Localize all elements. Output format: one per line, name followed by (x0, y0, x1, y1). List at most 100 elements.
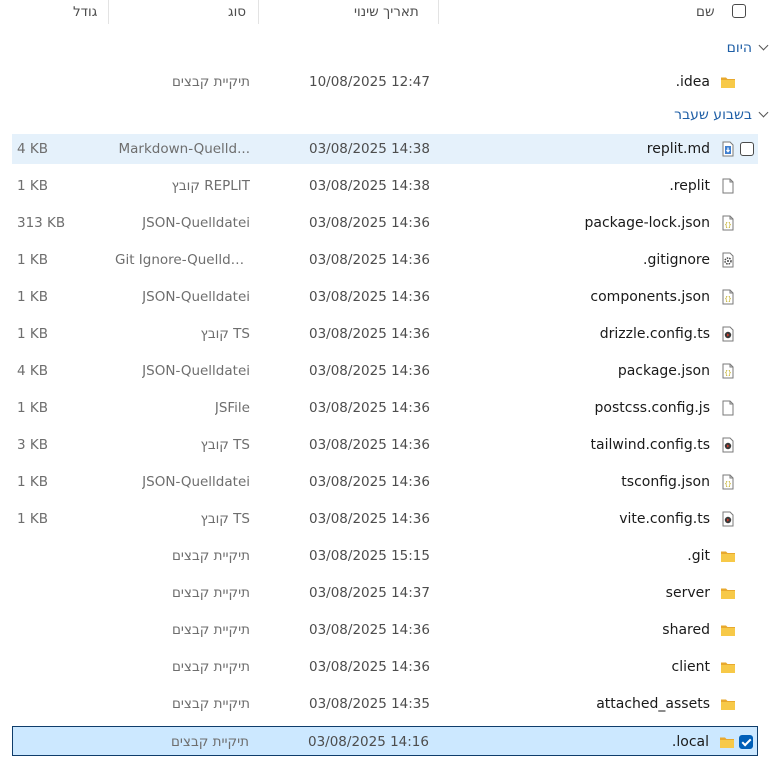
file-row-gitignore[interactable]: 1 KB Git Ignore-Quellda... 03/08/2025 14:3… (12, 245, 758, 275)
file-row-local[interactable]: תיקיית קבצים 03/08/2025 14:16 .local (12, 726, 758, 756)
json-file-icon: {} (720, 215, 736, 231)
svg-text:{}: {} (724, 296, 731, 303)
file-type: JSON-Quelldatei (142, 363, 250, 379)
file-type: תיקיית קבצים (171, 548, 250, 564)
group-label: היום (726, 40, 752, 56)
blank-file-icon (720, 178, 736, 194)
file-type: תיקיית קבצים (171, 585, 250, 601)
row-checkbox[interactable] (739, 735, 753, 749)
file-name: postcss.config.js (594, 400, 710, 416)
file-row-tailwind-config-ts[interactable]: 3 KB קובץ TS 03/08/2025 14:36 tailwind.conf… (12, 430, 758, 460)
file-row-tsconfig-json[interactable]: 1 KB JSON-Quelldatei 03/08/2025 14:36 tscon… (12, 467, 758, 497)
file-date: 03/08/2025 14:36 (308, 511, 430, 527)
file-size: 1 KB (17, 178, 48, 194)
chevron-down-icon[interactable] (758, 40, 769, 51)
file-name: .git (687, 548, 710, 564)
file-type: קובץ REPLIT (171, 178, 250, 194)
file-size: 3 KB (17, 437, 48, 453)
column-divider[interactable] (108, 0, 109, 24)
file-name: .local (671, 734, 709, 750)
file-name: client (671, 659, 710, 675)
file-type: Git Ignore-Quellda... (115, 252, 250, 268)
column-divider[interactable] (438, 0, 439, 24)
file-row-package-lock-json[interactable]: 313 KB JSON-Quelldatei 03/08/2025 14:36 pac… (12, 208, 758, 238)
file-row-idea[interactable]: תיקיית קבצים 10/08/2025 12:47 .idea (12, 67, 758, 97)
file-date: 10/08/2025 12:47 (308, 74, 430, 90)
file-date: 03/08/2025 14:36 (308, 252, 430, 268)
folder-icon (720, 548, 736, 564)
file-name: tailwind.config.ts (590, 437, 710, 453)
json-file-icon: {} (720, 289, 736, 305)
file-date: 03/08/2025 14:36 (308, 363, 430, 379)
column-name[interactable]: שם (696, 0, 715, 24)
file-size: 1 KB (17, 400, 48, 416)
file-type: תיקיית קבצים (171, 74, 250, 90)
file-row-postcss-config-js[interactable]: 1 KB JSFile 03/08/2025 14:36 postcss.config… (12, 393, 758, 423)
column-size[interactable]: גודל (73, 0, 97, 24)
file-type: תיקיית קבצים (171, 622, 250, 638)
file-name: components.json (590, 289, 710, 305)
folder-icon (720, 74, 736, 90)
folder-icon (720, 622, 736, 638)
json-file-icon: {} (720, 363, 736, 379)
group-label: בשבוע שעבר (674, 107, 752, 123)
file-row-client[interactable]: תיקיית קבצים 03/08/2025 14:36 client (12, 652, 758, 682)
file-row-vite-config-ts[interactable]: 1 KB קובץ TS 03/08/2025 14:36 vite.config.t… (12, 504, 758, 534)
file-date: 03/08/2025 14:36 (308, 326, 430, 342)
column-date[interactable]: תאריך שינוי (354, 0, 419, 24)
file-size: 1 KB (17, 474, 48, 490)
file-size: 1 KB (17, 511, 48, 527)
file-row-replit[interactable]: 1 KB קובץ REPLIT 03/08/2025 14:38 .replit (12, 171, 758, 201)
file-name: package-lock.json (584, 215, 711, 231)
file-row-attached-assets[interactable]: תיקיית קבצים 03/08/2025 14:35 attached_ass… (12, 689, 758, 719)
file-date: 03/08/2025 14:36 (308, 215, 430, 231)
column-divider[interactable] (258, 0, 259, 24)
chevron-down-icon[interactable] (758, 107, 769, 118)
file-row-server[interactable]: תיקיית קבצים 03/08/2025 14:37 server (12, 578, 758, 608)
file-size: 313 KB (17, 215, 66, 231)
file-type: תיקיית קבצים (171, 696, 250, 712)
file-row-components-json[interactable]: 1 KB JSON-Quelldatei 03/08/2025 14:36 compo… (12, 282, 758, 312)
file-row-git[interactable]: תיקיית קבצים 03/08/2025 15:15 .git (12, 541, 758, 571)
file-name: package.json (617, 363, 710, 379)
file-date: 03/08/2025 15:15 (308, 548, 430, 564)
file-date: 03/08/2025 14:37 (308, 585, 430, 601)
file-name: attached_assets (596, 696, 710, 712)
file-type: JSON-Quelldatei (142, 474, 250, 490)
json-file-icon: {} (720, 474, 736, 490)
svg-text:{}: {} (724, 370, 731, 377)
column-type[interactable]: סוג (228, 0, 246, 24)
file-size: 4 KB (17, 141, 48, 157)
file-size: 4 KB (17, 363, 48, 379)
group-header[interactable]: בשבוע שעבר (674, 105, 769, 125)
blank-file-icon (720, 400, 736, 416)
select-all-checkbox[interactable] (732, 4, 746, 18)
media-file-icon (720, 511, 736, 527)
folder-icon (719, 734, 735, 750)
file-size: 1 KB (17, 252, 48, 268)
settings-file-icon (720, 252, 736, 268)
file-name: replit.md (646, 141, 710, 157)
file-date: 03/08/2025 14:36 (308, 659, 430, 675)
file-type: קובץ TS (200, 326, 250, 342)
file-row-package-json[interactable]: 4 KB JSON-Quelldatei 03/08/2025 14:36 packa… (12, 356, 758, 386)
svg-text:{}: {} (724, 481, 731, 488)
file-date: 03/08/2025 14:36 (308, 437, 430, 453)
column-header: גודל סוג תאריך שינוי שם (0, 0, 781, 26)
file-row-replit-md[interactable]: 4 KB Markdown-Quelld... 03/08/2025 14:38 re… (12, 134, 758, 164)
file-name: server (665, 585, 710, 601)
file-row-drizzle-config-ts[interactable]: 1 KB קובץ TS 03/08/2025 14:36 drizzle.confi… (12, 319, 758, 349)
folder-icon (720, 659, 736, 675)
file-type: קובץ TS (200, 511, 250, 527)
file-row-shared[interactable]: תיקיית קבצים 03/08/2025 14:36 shared (12, 615, 758, 645)
file-date: 03/08/2025 14:36 (308, 289, 430, 305)
media-file-icon (720, 437, 736, 453)
file-date: 03/08/2025 14:35 (308, 696, 430, 712)
file-type: תיקיית קבצים (171, 659, 250, 675)
group-header[interactable]: היום (726, 38, 769, 58)
file-date: 03/08/2025 14:36 (308, 474, 430, 490)
row-checkbox[interactable] (740, 142, 754, 156)
folder-icon (720, 696, 736, 712)
file-size: 1 KB (17, 326, 48, 342)
file-type: JSON-Quelldatei (142, 289, 250, 305)
